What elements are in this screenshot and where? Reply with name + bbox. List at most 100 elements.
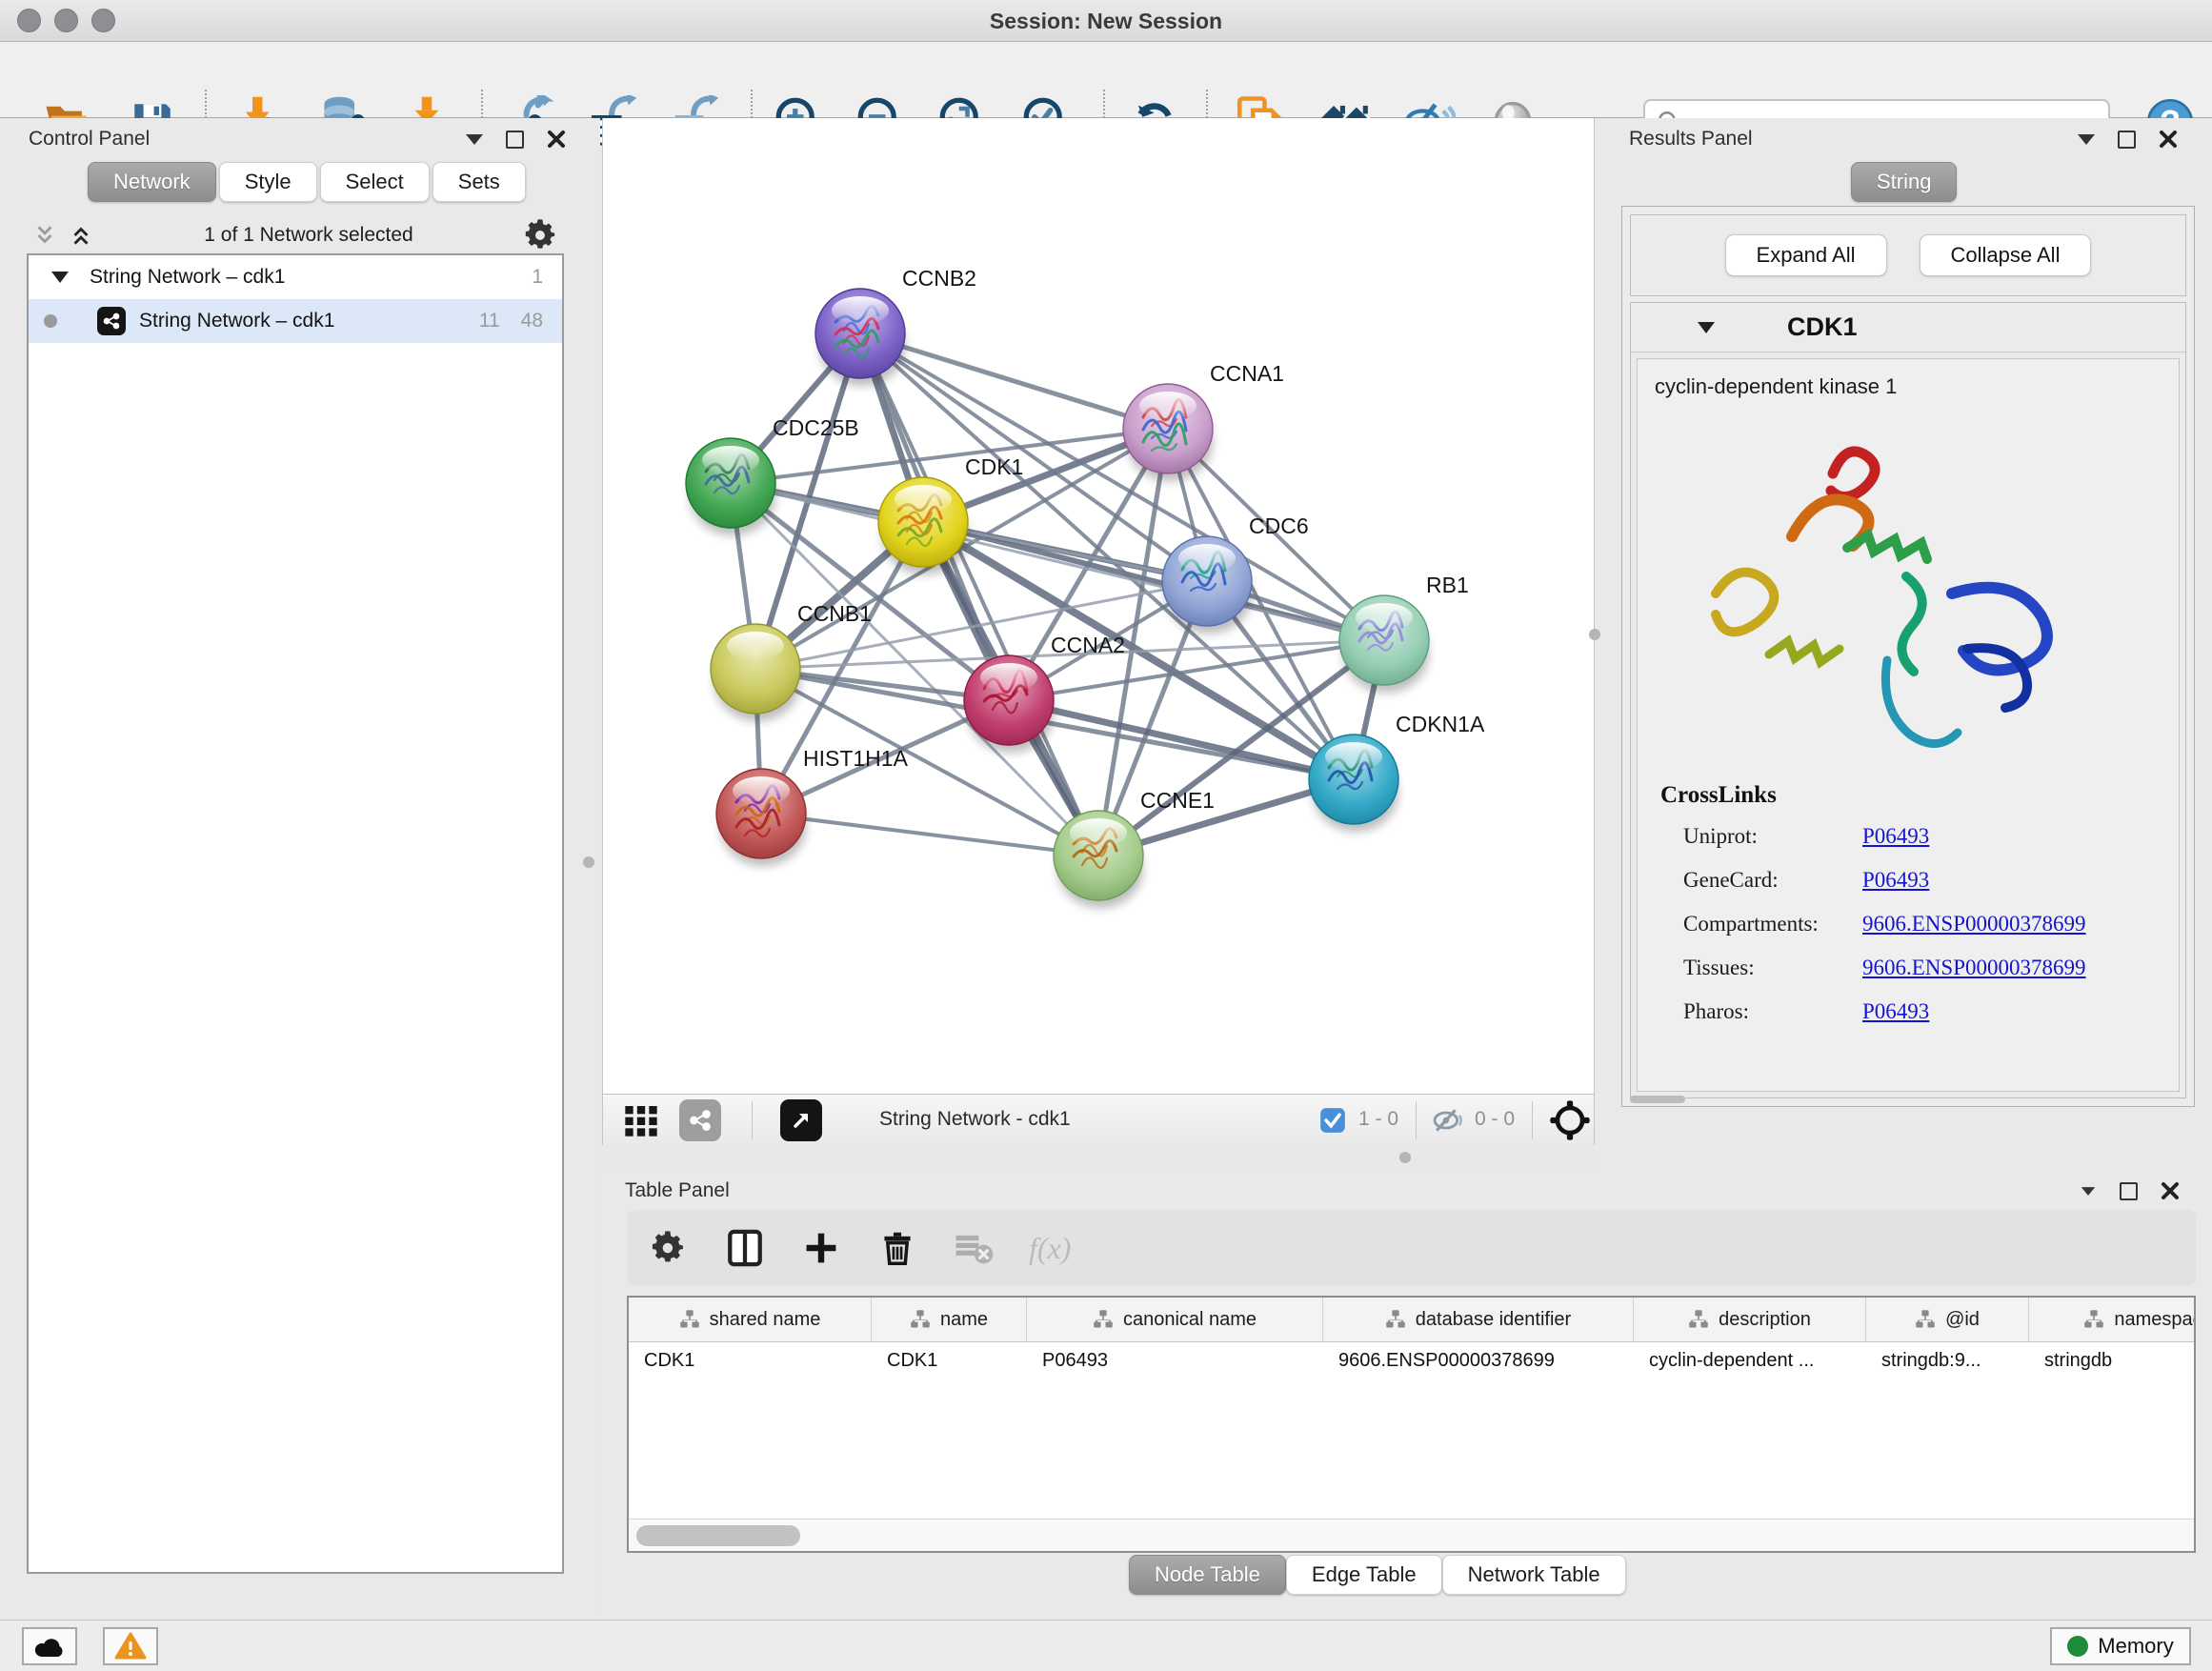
grid-view-icon[interactable] xyxy=(622,1101,660,1139)
network-label: String Network – cdk1 xyxy=(139,310,334,332)
memory-label: Memory xyxy=(2098,1634,2173,1659)
column-type-icon xyxy=(679,1309,700,1330)
network-node-CCNA1[interactable]: CCNA1 xyxy=(1123,361,1284,481)
crosslink-link[interactable]: P06493 xyxy=(1862,868,1929,893)
network-view-icon[interactable] xyxy=(679,1099,721,1141)
collapse-all-icon[interactable] xyxy=(32,223,57,248)
table-row[interactable]: CDK1CDK1P064939606.ENSP00000378699cyclin… xyxy=(629,1342,2194,1382)
tab-network-table[interactable]: Network Table xyxy=(1442,1555,1626,1595)
window-title: Session: New Session xyxy=(0,9,2212,34)
network-edge[interactable] xyxy=(761,814,1098,856)
selected-checkbox-icon[interactable] xyxy=(1319,1107,1346,1134)
network-graph[interactable]: CCNB2CCNA1CDC25BCDK1CDC6RB1CCNB1CCNA2CDK… xyxy=(603,118,1594,1092)
table-cell[interactable]: cyclin-dependent ... xyxy=(1634,1342,1866,1382)
table-options-gear-icon[interactable] xyxy=(648,1227,690,1269)
protein-structure-image xyxy=(1666,414,2114,767)
panel-menu-icon[interactable] xyxy=(466,134,483,145)
crosslink-link[interactable]: P06493 xyxy=(1862,999,1929,1024)
hidden-eye-icon[interactable] xyxy=(1430,1106,1466,1139)
create-column-icon[interactable] xyxy=(800,1227,842,1269)
gene-description: cyclin-dependent kinase 1 xyxy=(1655,374,1897,399)
network-edge[interactable] xyxy=(860,333,1098,856)
network-node-CDK1[interactable]: CDK1 xyxy=(878,454,1023,574)
tab-sets[interactable]: Sets xyxy=(432,162,526,202)
column-header[interactable]: @id xyxy=(1866,1298,2029,1341)
crosslink-label: Pharos: xyxy=(1660,999,1862,1024)
node-label: CCNA2 xyxy=(1051,633,1125,657)
network-row[interactable]: String Network – cdk1 11 48 xyxy=(29,299,562,343)
show-columns-icon[interactable] xyxy=(724,1227,766,1269)
crosslink-row: GeneCard:P06493 xyxy=(1660,858,2165,902)
panel-menu-icon[interactable] xyxy=(2078,134,2095,145)
collapse-all-button[interactable]: Collapse All xyxy=(1920,234,2092,276)
crosslink-link[interactable]: 9606.ENSP00000378699 xyxy=(1862,912,2086,936)
network-node-RB1[interactable]: RB1 xyxy=(1339,573,1469,693)
panel-float-icon[interactable] xyxy=(2118,131,2136,149)
network-node-CDKN1A[interactable]: CDKN1A xyxy=(1309,712,1485,832)
crosslink-link[interactable]: P06493 xyxy=(1862,824,1929,849)
node-gloss xyxy=(895,485,952,513)
table-cell[interactable]: 9606.ENSP00000378699 xyxy=(1323,1342,1634,1382)
tab-string[interactable]: String xyxy=(1851,162,1957,202)
collection-expand-icon[interactable] xyxy=(51,272,69,283)
network-node-CCNB2[interactable]: CCNB2 xyxy=(815,266,976,386)
column-header[interactable]: canonical name xyxy=(1027,1298,1323,1341)
crosslink-link[interactable]: 9606.ENSP00000378699 xyxy=(1862,956,2086,980)
right-splitter-handle[interactable] xyxy=(1589,629,1600,640)
network-status-dot xyxy=(44,314,57,328)
column-type-icon xyxy=(910,1309,931,1330)
table-cell[interactable]: stringdb xyxy=(2029,1342,2196,1382)
gene-name: CDK1 xyxy=(1787,312,1858,342)
network-options-gear-icon[interactable] xyxy=(524,218,558,252)
node-label: CCNE1 xyxy=(1140,788,1215,813)
crosslink-row: Tissues:9606.ENSP00000378699 xyxy=(1660,946,2165,990)
table-cell[interactable]: stringdb:9... xyxy=(1866,1342,2029,1382)
birds-eye-toggle-icon[interactable] xyxy=(1549,1099,1591,1146)
tab-edge-table[interactable]: Edge Table xyxy=(1286,1555,1442,1595)
tab-select[interactable]: Select xyxy=(320,162,430,202)
detach-view-icon[interactable] xyxy=(780,1099,822,1141)
expand-all-icon[interactable] xyxy=(69,223,93,248)
node-gloss xyxy=(832,296,889,325)
network-canvas[interactable]: CCNB2CCNA1CDC25BCDK1CDC6RB1CCNB1CCNA2CDK… xyxy=(602,118,1595,1094)
results-hscroll-thumb[interactable] xyxy=(1630,1096,1685,1103)
panel-float-icon[interactable] xyxy=(2120,1182,2138,1200)
network-node-HIST1H1A[interactable]: HIST1H1A xyxy=(716,746,909,866)
column-type-icon xyxy=(1093,1309,1114,1330)
warnings-button[interactable] xyxy=(103,1627,158,1665)
network-edge[interactable] xyxy=(860,333,1168,429)
expand-all-button[interactable]: Expand All xyxy=(1725,234,1887,276)
network-collection-row[interactable]: String Network – cdk1 1 xyxy=(29,255,562,299)
bottom-splitter-handle[interactable] xyxy=(1399,1152,1411,1163)
panel-close-icon[interactable] xyxy=(547,130,566,149)
warning-icon xyxy=(114,1632,147,1661)
column-header[interactable]: namespac xyxy=(2029,1298,2196,1341)
crosslinks-title: CrossLinks xyxy=(1660,782,2165,809)
panel-close-icon[interactable] xyxy=(2159,130,2178,149)
node-gloss xyxy=(1139,392,1196,420)
table-cell[interactable]: P06493 xyxy=(1027,1342,1323,1382)
function-builder-icon: f(x) xyxy=(1029,1227,1071,1269)
node-gloss xyxy=(702,446,759,474)
column-header[interactable]: description xyxy=(1634,1298,1866,1341)
table-hscroll-thumb[interactable] xyxy=(636,1525,800,1546)
memory-button[interactable]: Memory xyxy=(2050,1627,2191,1665)
table-cell[interactable]: CDK1 xyxy=(872,1342,1027,1382)
panel-menu-icon[interactable] xyxy=(2081,1187,2095,1196)
column-header[interactable]: shared name xyxy=(629,1298,872,1341)
tab-style[interactable]: Style xyxy=(219,162,317,202)
table-cell[interactable]: CDK1 xyxy=(629,1342,872,1382)
column-header[interactable]: database identifier xyxy=(1323,1298,1634,1341)
tab-network[interactable]: Network xyxy=(88,162,216,202)
node-label: CDKN1A xyxy=(1396,712,1485,736)
gene-collapse-icon[interactable] xyxy=(1698,322,1715,333)
cloud-status-button[interactable] xyxy=(22,1627,77,1665)
panel-float-icon[interactable] xyxy=(506,131,524,149)
panel-close-icon[interactable] xyxy=(2161,1181,2180,1200)
tab-node-table[interactable]: Node Table xyxy=(1129,1555,1286,1595)
table-hscrollbar[interactable] xyxy=(629,1519,2194,1551)
column-header[interactable]: name xyxy=(872,1298,1027,1341)
delete-column-trash-icon[interactable] xyxy=(876,1227,918,1269)
gene-card-header[interactable]: CDK1 xyxy=(1631,303,2185,352)
left-splitter-handle[interactable] xyxy=(583,856,594,868)
